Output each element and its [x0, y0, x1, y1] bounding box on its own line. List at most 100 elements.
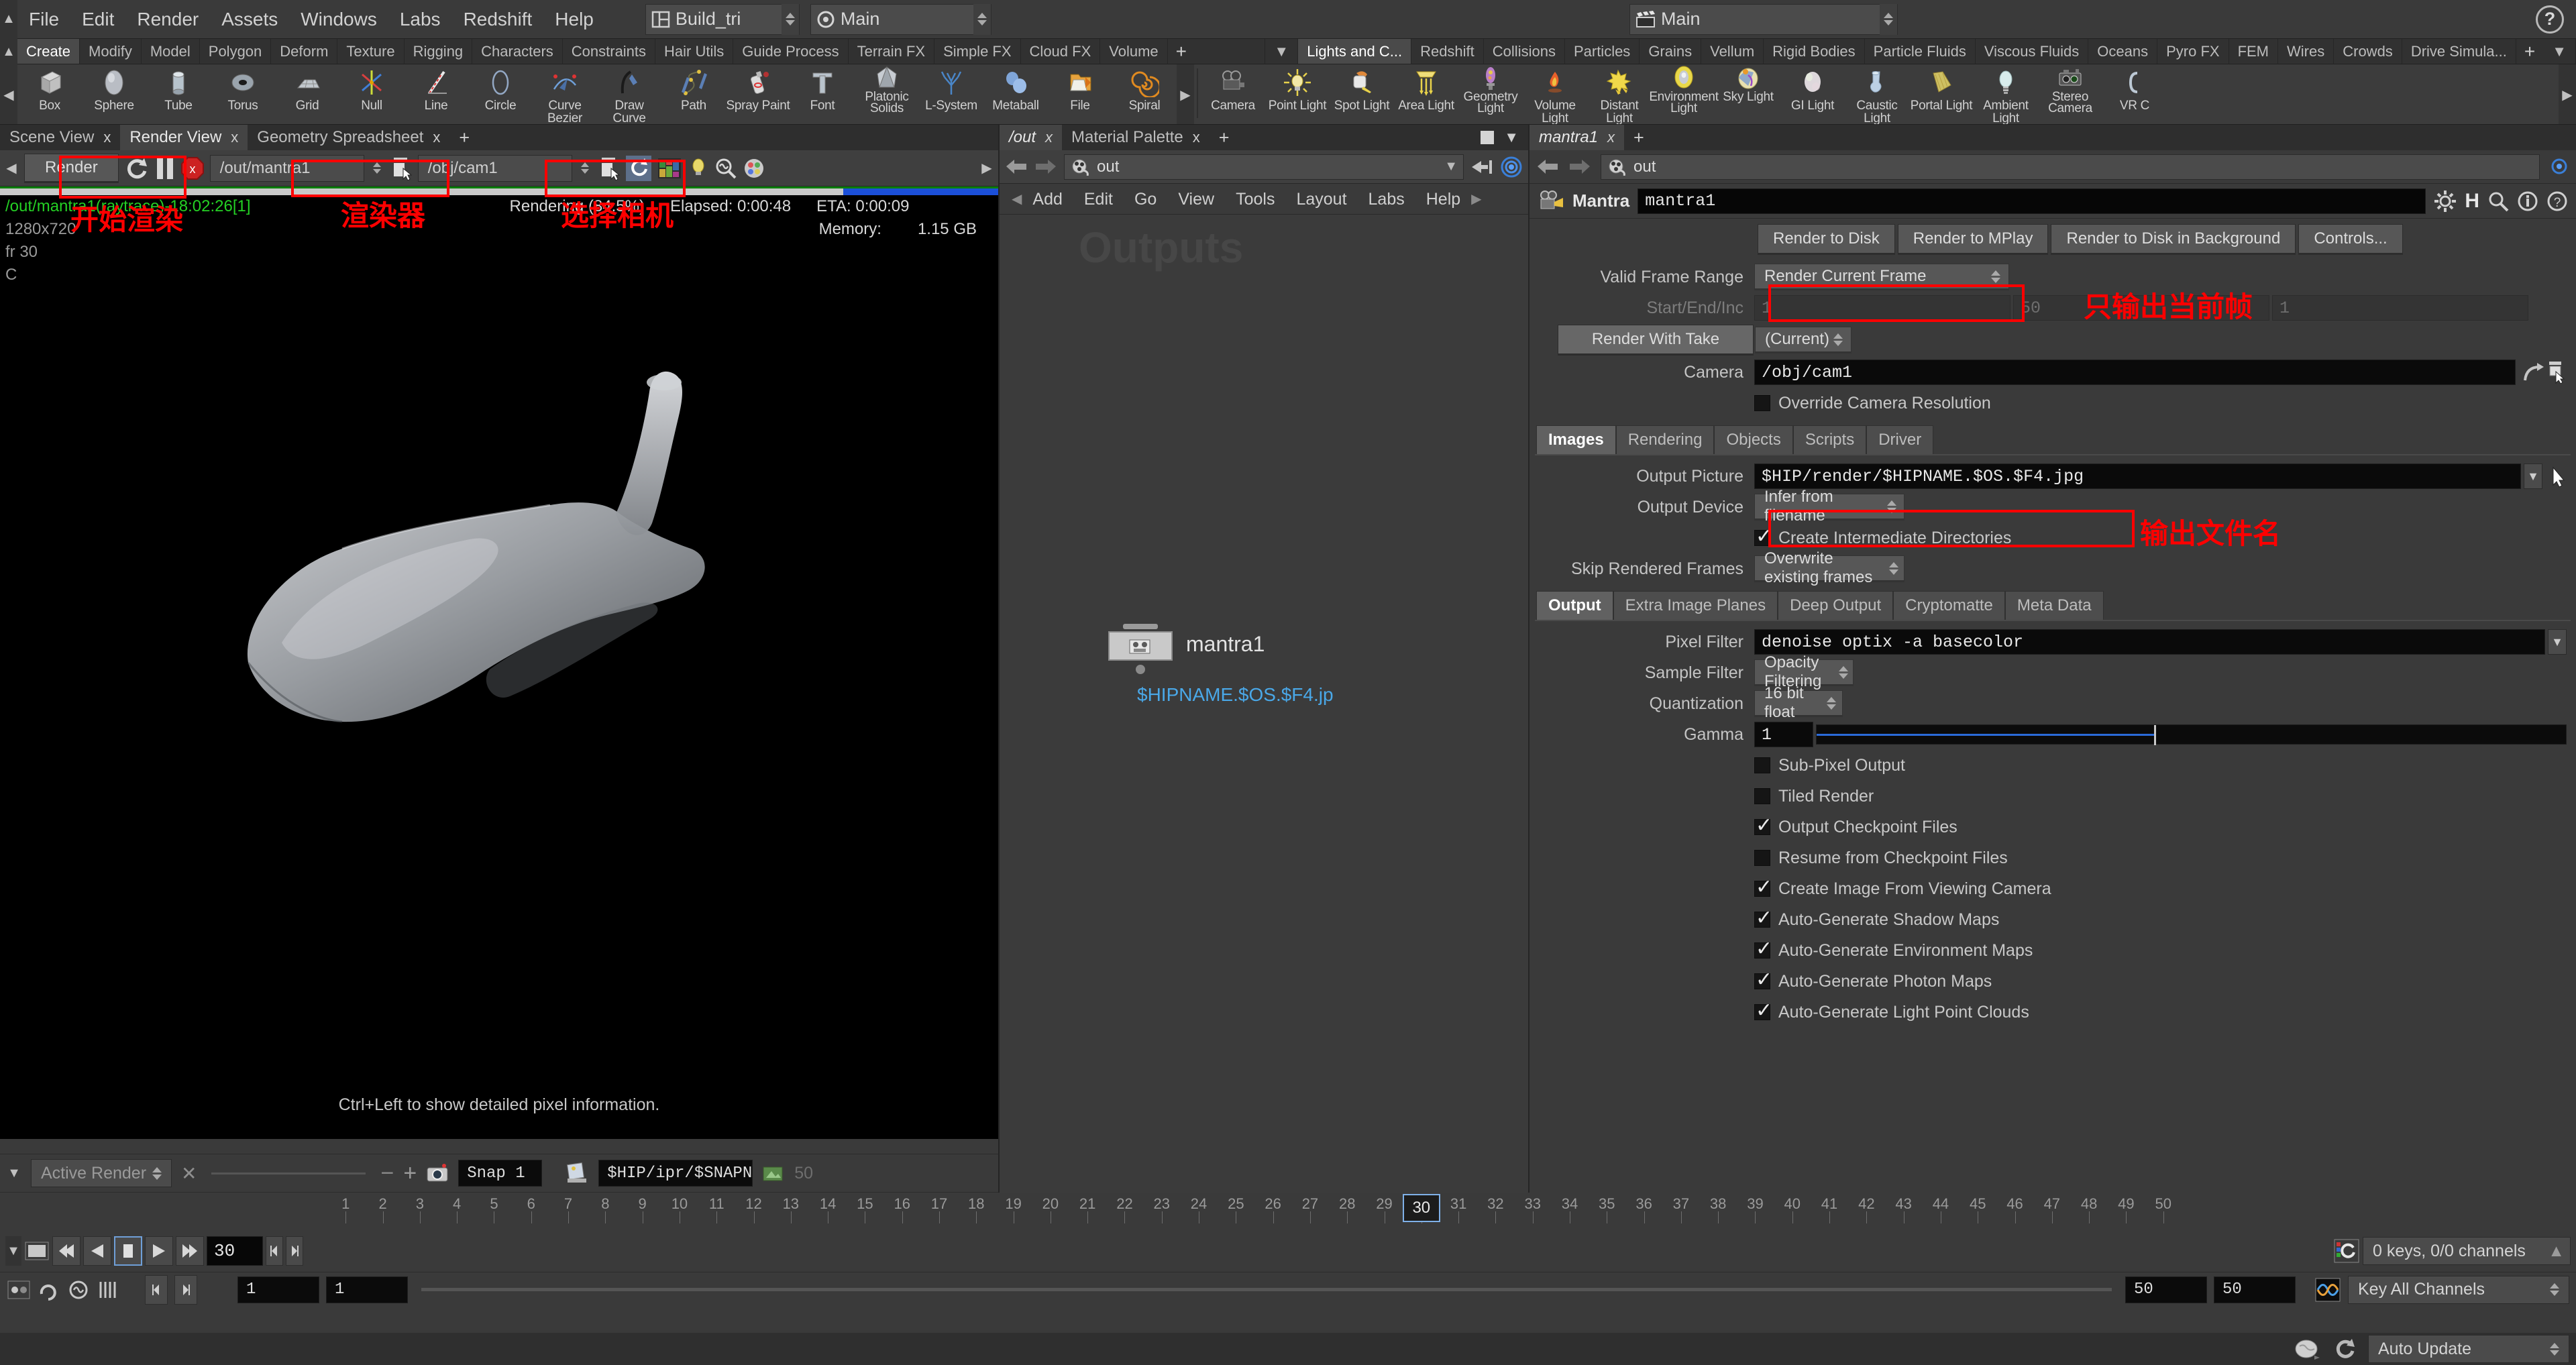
sample-filter-spinner[interactable]: [1838, 659, 1849, 685]
shelf-tab-grains[interactable]: Grains: [1640, 39, 1702, 64]
playbar-audio-icon[interactable]: [67, 1279, 90, 1301]
ipr-save-icon[interactable]: [566, 1162, 589, 1184]
shelf-tab-vellum[interactable]: Vellum: [1701, 39, 1764, 64]
menubar-grip[interactable]: ▲: [0, 0, 17, 39]
auto-generate-light-point-clouds-checkbox[interactable]: [1754, 999, 1772, 1022]
close-icon[interactable]: x: [231, 129, 238, 146]
shelf-tool-sphere[interactable]: Sphere: [82, 64, 146, 124]
network-menu-add[interactable]: Add: [1022, 184, 1073, 215]
override-camera-resolution-checkbox[interactable]: [1754, 395, 1770, 411]
menu-render[interactable]: Render: [125, 0, 210, 39]
tab-images[interactable]: Images: [1536, 425, 1616, 454]
refresh-region-icon[interactable]: [625, 155, 651, 181]
tab-driver[interactable]: Driver: [1866, 425, 1934, 454]
output-picture-field[interactable]: $HIP/render/$HIPNAME.$OS.$F4.jpg: [1754, 463, 2521, 489]
shelf-tool-environment-light[interactable]: Environment Light: [1649, 64, 1719, 124]
tab-deep-output[interactable]: Deep Output: [1778, 591, 1894, 620]
gear-icon[interactable]: [2434, 190, 2457, 213]
network-canvas[interactable]: Outputs mantra1 $HIPNAME.$OS.$F4.jp: [1000, 215, 1528, 1193]
range-end-field[interactable]: 50: [2125, 1276, 2207, 1303]
skip-rendered-frames-spinner[interactable]: [1888, 555, 1900, 581]
shelf-tab-guide-process[interactable]: Guide Process: [733, 39, 849, 64]
render-to-disk-button[interactable]: Render to Disk: [1758, 224, 1895, 255]
valid-frame-range-spinner[interactable]: [1987, 264, 2004, 289]
shelf-scroll-right-icon[interactable]: ▶: [2559, 64, 2576, 124]
desktop-spinner[interactable]: [781, 3, 799, 35]
maximize-pane-icon[interactable]: [1480, 130, 1495, 145]
create-image-from-viewing-camera-checkbox[interactable]: [1754, 875, 1772, 899]
add-tab-icon[interactable]: +: [1210, 125, 1239, 150]
shelf-tab-oceans[interactable]: Oceans: [2088, 39, 2158, 64]
range-start-field[interactable]: 1: [237, 1276, 319, 1303]
info-icon[interactable]: [2517, 190, 2538, 212]
shelf-tool-line[interactable]: Line: [404, 64, 468, 124]
keys-status-field[interactable]: 0 keys, 0/0 channels ▲: [2363, 1237, 2571, 1265]
shelf-tool-file[interactable]: File: [1048, 64, 1112, 124]
playbar-loop-icon[interactable]: [38, 1279, 60, 1301]
shelf-tab-lights-and-cameras[interactable]: Lights and C...: [1298, 39, 1412, 64]
node-input-connector[interactable]: [1123, 624, 1158, 629]
shelf-tool-spot-light[interactable]: Spot Light: [1330, 64, 1394, 124]
menu-scroll-right-icon[interactable]: ▶: [1471, 190, 1481, 207]
shelf-tab-characters[interactable]: Characters: [472, 39, 563, 64]
shelf-tool-caustic-light[interactable]: Caustic Light: [1845, 64, 1909, 124]
exposure-icon[interactable]: [688, 157, 709, 180]
jump-to-end-button[interactable]: [176, 1236, 204, 1266]
menu-labs[interactable]: Labs: [388, 0, 452, 39]
toolbar-scroll-right-icon[interactable]: ▶: [979, 154, 994, 183]
minus-icon[interactable]: −: [380, 1160, 394, 1187]
shelf-tab-volume[interactable]: Volume: [1100, 39, 1168, 64]
render-image-area[interactable]: /out/mantra1(raytrace)-18:02:26[1] Rende…: [0, 186, 998, 1154]
network-menu-layout[interactable]: Layout: [1285, 184, 1357, 215]
forward-arrow-icon[interactable]: [1034, 157, 1057, 177]
render-with-take-menu[interactable]: (Current): [1755, 327, 1852, 353]
timeline-playhead[interactable]: 30: [1402, 1194, 1440, 1222]
back-arrow-icon[interactable]: [1005, 157, 1028, 177]
gamma-slider[interactable]: [1816, 724, 2567, 745]
quantization-menu[interactable]: 16 bit float: [1754, 684, 1843, 721]
playbar-grip[interactable]: ▼: [5, 1236, 21, 1266]
snapshot-icon[interactable]: [426, 1163, 449, 1183]
forward-arrow-icon[interactable]: [1568, 157, 1591, 177]
keys-expand-icon[interactable]: ▲: [2548, 1242, 2565, 1261]
play-stop-button[interactable]: [114, 1236, 142, 1266]
sub-pixel-output-checkbox[interactable]: [1754, 757, 1770, 773]
shelf-tab-dropdown-left-icon[interactable]: ▼: [1265, 39, 1299, 64]
pause-icon[interactable]: [155, 156, 175, 180]
shelf-tool-point-light[interactable]: Point Light: [1265, 64, 1330, 124]
shelf-tool-volume-light[interactable]: Volume Light: [1523, 64, 1587, 124]
network-menu-help[interactable]: Help: [1415, 184, 1471, 215]
node-name-field[interactable]: mantra1: [1638, 188, 2426, 214]
key-mode-spinner[interactable]: [2546, 1276, 2563, 1304]
range-end2-field[interactable]: 50: [2214, 1276, 2296, 1303]
shelf-tool-spray-paint[interactable]: Spray Paint: [726, 64, 790, 124]
auto-update-spinner[interactable]: [2546, 1335, 2563, 1363]
network-menu-tools[interactable]: Tools: [1225, 184, 1285, 215]
help-icon[interactable]: ?: [2536, 5, 2564, 34]
skip-rendered-frames-menu[interactable]: Overwrite existing frames: [1754, 549, 1904, 586]
tab-out-network[interactable]: /out x: [1000, 125, 1063, 150]
parameters-pin-icon[interactable]: [2549, 158, 2569, 176]
shelf-add-tab-right-icon[interactable]: +: [2516, 39, 2543, 64]
camera-pick-icon[interactable]: [2544, 361, 2567, 384]
shelf-tab-polygon[interactable]: Polygon: [200, 39, 272, 64]
render-to-mplay-button[interactable]: Render to MPlay: [1897, 224, 2049, 255]
cook-brain-icon[interactable]: [2293, 1337, 2321, 1361]
tab-objects[interactable]: Objects: [1714, 425, 1793, 454]
shelf-tool-tube[interactable]: Tube: [146, 64, 211, 124]
shelf-tool-path[interactable]: Path: [661, 64, 726, 124]
rop-path-field[interactable]: /out/mantra1: [209, 154, 364, 182]
shelf-grip[interactable]: ◀: [0, 64, 17, 124]
tab-meta-data[interactable]: Meta Data: [2004, 591, 2104, 620]
active-render-selector[interactable]: Active Render: [31, 1159, 172, 1187]
render-with-take-button[interactable]: Render With Take: [1558, 325, 1754, 356]
stop-render-icon[interactable]: x: [180, 156, 205, 180]
chevron-down-icon[interactable]: ▼: [1444, 159, 1463, 174]
range-start2-field[interactable]: 1: [326, 1276, 408, 1303]
shelf-tab-wires[interactable]: Wires: [2278, 39, 2334, 64]
shelf-tool-metaball[interactable]: Metaball: [983, 64, 1048, 124]
output-picture-dropdown-icon[interactable]: ▼: [2524, 463, 2542, 489]
shelf-tool-stereo-camera[interactable]: Stereo Camera: [2038, 64, 2102, 124]
shelf-tool-geometry-light[interactable]: Geometry Light: [1458, 64, 1523, 124]
output-device-menu[interactable]: Infer from filename: [1754, 488, 1904, 525]
